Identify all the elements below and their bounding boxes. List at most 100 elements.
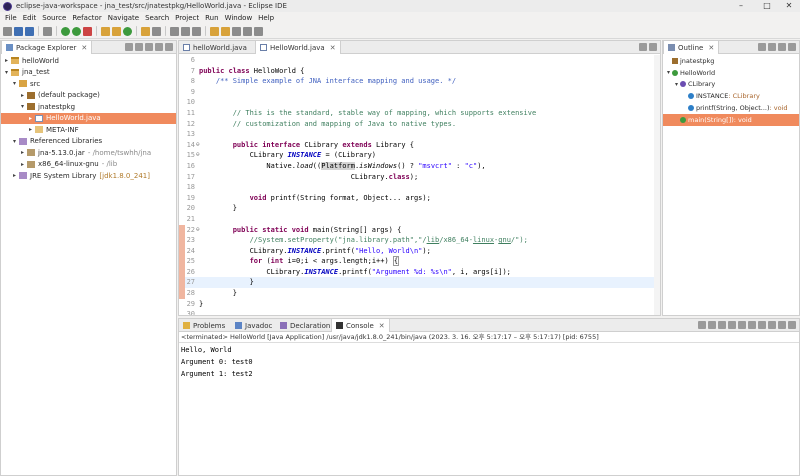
chevron-down-icon[interactable]: ▾ [673, 81, 680, 88]
editor-tab[interactable]: helloWorld.java [179, 41, 251, 54]
menu-navigate[interactable]: Navigate [105, 14, 142, 22]
clear-console-icon[interactable] [718, 321, 726, 329]
chevron-right-icon[interactable]: ▸ [27, 126, 34, 133]
tree-item[interactable]: ▸ META-INF [1, 124, 176, 136]
new-package-icon[interactable] [112, 26, 121, 36]
menu-run[interactable]: Run [202, 14, 221, 22]
toggle-block-selection-icon[interactable] [181, 26, 190, 36]
tree-item[interactable]: ▸ (default package) [1, 90, 176, 102]
console-output[interactable]: Hello, World Argument 0: test0 Argument 1:… [181, 344, 253, 380]
chevron-down-icon[interactable]: ▾ [3, 69, 10, 76]
tree-item[interactable]: ▸ JRE System Library [jdk1.8.0_241] [1, 170, 176, 182]
code-editor[interactable]: 6 7 public class HelloWorld {8 /** Simple … [179, 55, 660, 315]
open-console-icon[interactable] [768, 321, 776, 329]
link-with-editor-icon[interactable] [135, 43, 143, 51]
debug-icon[interactable] [61, 26, 70, 36]
maximize-icon[interactable] [165, 43, 173, 51]
minimize-icon[interactable] [778, 321, 786, 329]
view-menu-icon[interactable] [788, 43, 796, 51]
tab-declaration[interactable]: Declaration [276, 319, 334, 332]
editor-tab[interactable]: HelloWorld.java ✕ [255, 41, 341, 54]
code-line: 23 //System.setProperty("jna.library.pat… [179, 235, 660, 246]
outline-item[interactable]: printf(String, Object...) : void [663, 102, 799, 114]
chevron-right-icon[interactable]: ▸ [27, 115, 34, 122]
open-type-icon[interactable] [141, 26, 150, 36]
back-icon[interactable] [243, 26, 252, 36]
forward-icon[interactable] [254, 26, 263, 36]
menu-source[interactable]: Source [39, 14, 69, 22]
menu-window[interactable]: Window [222, 14, 256, 22]
chevron-down-icon[interactable]: ▾ [11, 80, 18, 87]
save-icon[interactable] [14, 26, 23, 36]
tab-package-explorer[interactable]: Package Explorer ✕ [1, 41, 93, 54]
tree-item[interactable]: ▸ helloWorld [1, 55, 176, 67]
tree-item[interactable]: ▾ jnatestpkg [1, 101, 176, 113]
tab-javadoc[interactable]: Javadoc [231, 319, 276, 332]
search-icon[interactable] [152, 26, 161, 36]
next-annotation-icon[interactable] [210, 26, 219, 36]
outline-item[interactable]: jnatestpkg [663, 55, 799, 67]
close-button[interactable]: ✕ [778, 0, 800, 12]
show-whitespace-icon[interactable] [192, 26, 201, 36]
maximize-button[interactable]: □ [756, 0, 778, 12]
outline-item[interactable]: main(String[]) : void [663, 113, 799, 126]
minimize-button[interactable]: – [730, 0, 752, 12]
menu-refactor[interactable]: Refactor [69, 14, 104, 22]
run-icon[interactable] [72, 26, 81, 36]
pin-console-icon[interactable] [748, 321, 756, 329]
sort-icon[interactable] [758, 43, 766, 51]
chevron-right-icon[interactable]: ▸ [3, 57, 10, 64]
tree-item[interactable]: ▸ HelloWorld.java [1, 112, 176, 124]
hide-fields-icon[interactable] [768, 43, 776, 51]
close-icon[interactable]: ✕ [379, 322, 385, 330]
scroll-lock-icon[interactable] [728, 321, 736, 329]
chevron-down-icon[interactable]: ▾ [19, 103, 26, 110]
outline-item[interactable]: INSTANCE : CLibrary [663, 90, 799, 102]
menu-file[interactable]: File [2, 14, 20, 22]
tab-outline[interactable]: Outline ✕ [663, 41, 720, 54]
chevron-down-icon[interactable]: ▾ [665, 69, 672, 76]
chevron-right-icon[interactable]: ▸ [19, 92, 26, 99]
maximize-icon[interactable] [788, 321, 796, 329]
chevron-right-icon[interactable]: ▸ [19, 161, 26, 168]
minimize-icon[interactable] [155, 43, 163, 51]
tree-item[interactable]: ▾ src [1, 78, 176, 90]
terminate-icon[interactable] [698, 321, 706, 329]
hide-static-icon[interactable] [778, 43, 786, 51]
collapse-all-icon[interactable] [125, 43, 133, 51]
chevron-right-icon[interactable]: ▸ [19, 149, 26, 156]
display-console-icon[interactable] [758, 321, 766, 329]
tree-item[interactable]: ▾ jna_test [1, 67, 176, 79]
view-menu-icon[interactable] [145, 43, 153, 51]
maximize-icon[interactable] [649, 43, 657, 51]
new-icon[interactable] [3, 26, 12, 36]
menu-edit[interactable]: Edit [20, 14, 40, 22]
new-java-project-icon[interactable] [101, 26, 110, 36]
word-wrap-icon[interactable] [738, 321, 746, 329]
close-icon[interactable]: ✕ [81, 44, 87, 52]
previous-annotation-icon[interactable] [221, 26, 230, 36]
outline-item[interactable]: ▾ CLibrary [663, 79, 799, 91]
tab-problems[interactable]: Problems [179, 319, 229, 332]
close-icon[interactable]: ✕ [708, 44, 714, 52]
tab-console[interactable]: Console ✕ [331, 319, 390, 332]
save-all-icon[interactable] [25, 26, 34, 36]
tree-item[interactable]: ▾ Referenced Libraries [1, 136, 176, 148]
chevron-down-icon[interactable]: ▾ [11, 138, 18, 145]
menu-project[interactable]: Project [172, 14, 202, 22]
tree-item[interactable]: ▸ jna-5.13.0.jar - /home/tswhh/jna [1, 147, 176, 159]
new-class-icon[interactable] [123, 26, 132, 36]
toggle-mark-occurrences-icon[interactable] [170, 26, 179, 36]
editor-scrollbar[interactable] [654, 55, 660, 315]
menu-search[interactable]: Search [142, 14, 172, 22]
chevron-right-icon[interactable]: ▸ [11, 172, 18, 179]
outline-item[interactable]: ▾ HelloWorld [663, 67, 799, 79]
external-tools-icon[interactable] [83, 26, 92, 36]
tree-item[interactable]: ▸ x86_64-linux-gnu - /lib [1, 159, 176, 171]
remove-launch-icon[interactable] [708, 321, 716, 329]
menu-help[interactable]: Help [255, 14, 277, 22]
last-edit-location-icon[interactable] [232, 26, 241, 36]
build-icon[interactable] [43, 26, 52, 36]
minimize-icon[interactable] [639, 43, 647, 51]
close-icon[interactable]: ✕ [330, 44, 336, 52]
